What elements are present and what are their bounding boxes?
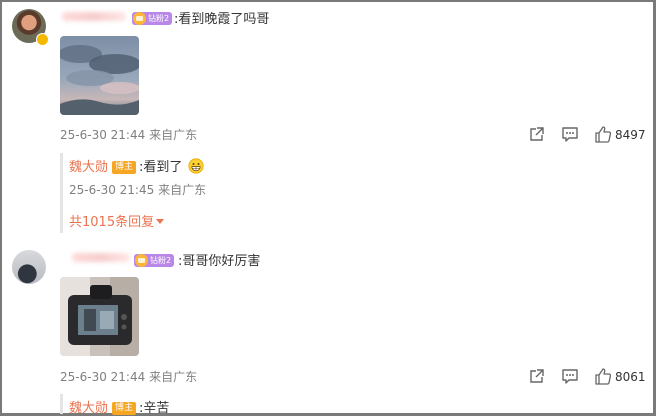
reply-location: 来自广东 <box>158 183 207 197</box>
reply-author[interactable]: 魏大勋 <box>69 401 108 416</box>
like-button[interactable]: 8061 <box>595 368 646 385</box>
reply-header: 魏大勋 博主:看到了 <box>69 156 204 178</box>
commenter-name-blurred[interactable] <box>72 253 130 262</box>
reply-text: :看到了 <box>139 160 183 175</box>
comment-button[interactable] <box>561 368 579 385</box>
fan-level-badge: 钻粉2 <box>132 10 173 29</box>
verified-badge-icon <box>36 33 49 46</box>
more-replies-label: 共1015条回复 <box>69 215 155 230</box>
grinning-face-emoji-icon <box>187 158 204 178</box>
like-count: 8497 <box>615 127 646 142</box>
share-icon <box>530 127 544 141</box>
comment-button[interactable] <box>561 126 579 143</box>
comment-image-camera[interactable] <box>60 277 139 356</box>
fan-badge-label: 钻粉2 <box>150 256 172 265</box>
comment-text: :看到晚霞了吗哥 <box>174 12 270 27</box>
reply-time: 25-6-30 21:45 <box>69 183 155 197</box>
more-replies-link[interactable]: 共1015条回复 <box>69 211 165 230</box>
reply-header: 魏大勋 博主:辛苦 <box>69 397 169 416</box>
comment-location: 来自广东 <box>149 128 198 142</box>
comment-icon <box>562 127 578 142</box>
comment-meta: 25-6-30 21:44 来自广东 <box>60 368 197 385</box>
reply-author[interactable]: 魏大勋 <box>69 160 108 175</box>
comment-location: 来自广东 <box>149 370 198 384</box>
share-button[interactable] <box>528 368 545 385</box>
share-button[interactable] <box>528 126 545 143</box>
reply-meta: 25-6-30 21:45 来自广东 <box>69 181 206 198</box>
fan-level-badge: 钻粉2 <box>134 252 175 271</box>
crown-icon <box>135 254 148 267</box>
reply-indicator-bar <box>60 394 63 414</box>
fan-badge-label: 钻粉2 <box>148 14 170 23</box>
share-icon <box>530 369 544 383</box>
reply-text: :辛苦 <box>139 401 170 416</box>
caret-down-icon <box>156 219 165 224</box>
blogger-badge: 博主 <box>112 161 137 174</box>
comment-meta: 25-6-30 21:44 来自广东 <box>60 126 197 143</box>
like-count: 8061 <box>615 369 646 384</box>
like-button[interactable]: 8497 <box>595 126 646 143</box>
commenter-avatar[interactable] <box>12 250 46 284</box>
comment-time: 25-6-30 21:44 <box>60 128 146 142</box>
comment-text: :哥哥你好厉害 <box>178 254 261 269</box>
comment-icon <box>562 369 578 384</box>
thumbs-up-icon <box>595 126 611 143</box>
comment-image-sunset-sky[interactable] <box>60 36 139 115</box>
blogger-badge: 博主 <box>112 402 137 415</box>
crown-icon <box>133 12 146 25</box>
commenter-name-blurred[interactable] <box>62 12 126 21</box>
comment-time: 25-6-30 21:44 <box>60 370 146 384</box>
thumbs-up-icon <box>595 368 611 385</box>
reply-indicator-bar <box>60 153 63 233</box>
